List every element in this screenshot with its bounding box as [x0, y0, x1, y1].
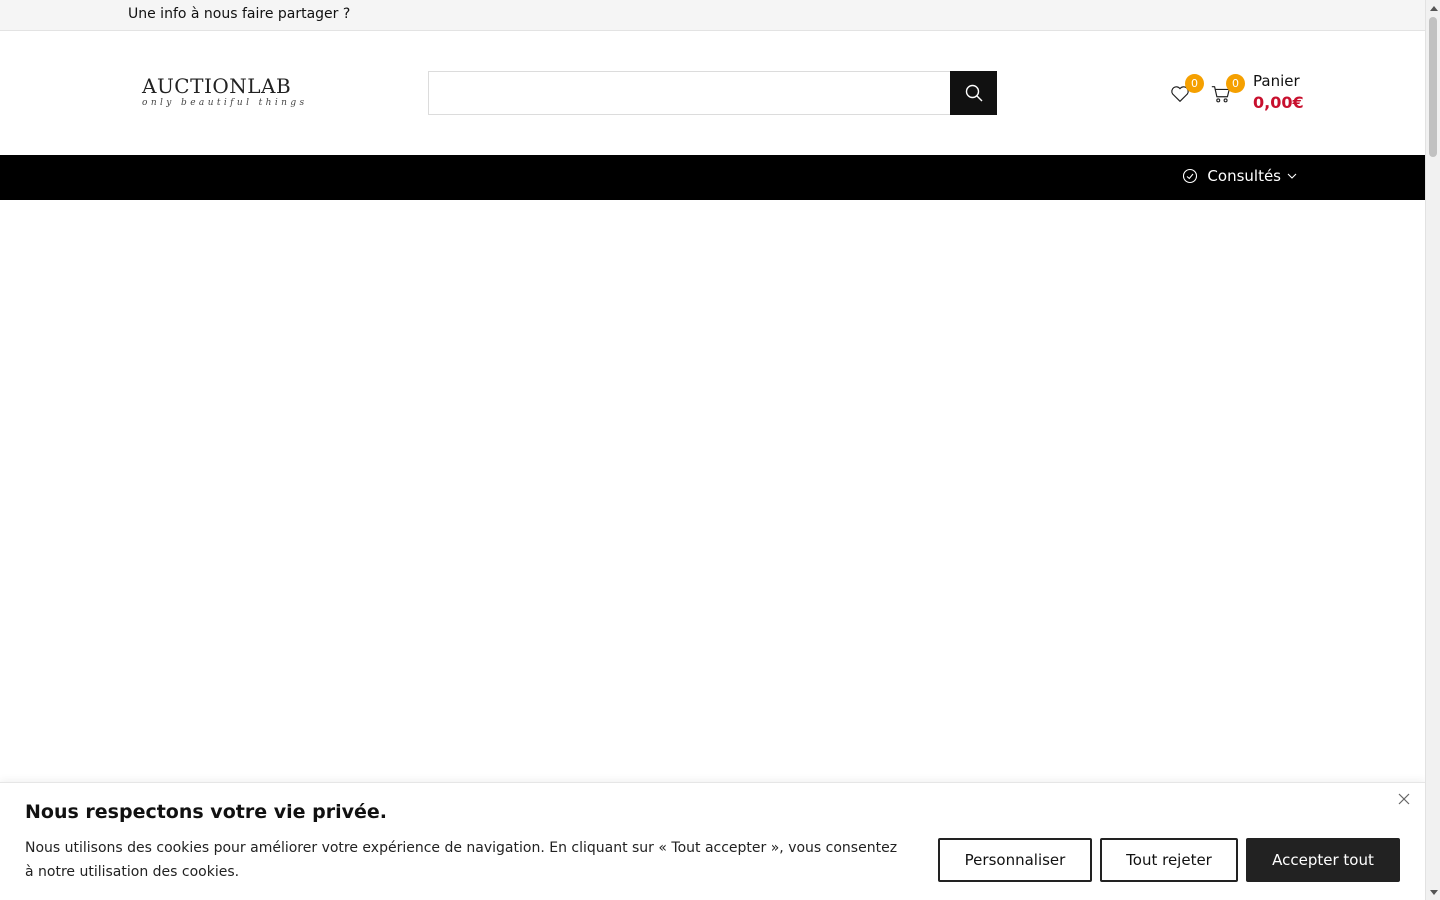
logo-name: AUCTIONLAB	[142, 74, 292, 98]
scroll-up-arrow-icon[interactable]	[1426, 0, 1440, 15]
main-navigation: Consultés	[0, 155, 1425, 200]
scroll-down-arrow-icon[interactable]	[1426, 885, 1440, 900]
cookie-banner: Nous respectons votre vie privée. Nous u…	[0, 782, 1425, 900]
customize-button[interactable]: Personnaliser	[938, 838, 1092, 882]
reject-all-button[interactable]: Tout rejeter	[1100, 838, 1238, 882]
page: Une info à nous faire partager ? AUCTION…	[0, 0, 1425, 900]
wishlist-button[interactable]: 0	[1169, 74, 1204, 107]
cart-count-badge: 0	[1226, 74, 1245, 93]
wishlist-count-badge: 0	[1185, 74, 1204, 93]
search-bar	[428, 71, 997, 115]
info-share-link[interactable]: Une info à nous faire partager ?	[128, 6, 350, 22]
cart-button[interactable]: 0	[1210, 74, 1245, 107]
history-icon	[1183, 168, 1198, 184]
accept-all-button[interactable]: Accepter tout	[1246, 838, 1400, 882]
scrollbar-thumb[interactable]	[1429, 17, 1437, 157]
chevron-down-icon	[1287, 173, 1297, 179]
cart-label[interactable]: Panier	[1253, 72, 1300, 90]
recently-viewed-menu[interactable]: Consultés	[1182, 167, 1298, 185]
logo-tagline: only beautiful things	[142, 98, 308, 108]
top-info-bar: Une info à nous faire partager ?	[0, 0, 1425, 31]
search-input[interactable]	[429, 72, 951, 114]
cookie-title: Nous respectons votre vie privée.	[25, 801, 387, 823]
search-button[interactable]	[950, 71, 997, 115]
cart-total[interactable]: 0,00€	[1253, 93, 1304, 112]
recently-viewed-label: Consultés	[1207, 167, 1281, 185]
cookie-text: Nous utilisons des cookies pour améliore…	[25, 840, 898, 880]
site-logo[interactable]: AUCTIONLAB only beautiful things	[142, 74, 308, 109]
vertical-scrollbar[interactable]	[1425, 0, 1440, 900]
close-icon[interactable]	[1397, 792, 1411, 806]
search-icon	[965, 84, 982, 102]
